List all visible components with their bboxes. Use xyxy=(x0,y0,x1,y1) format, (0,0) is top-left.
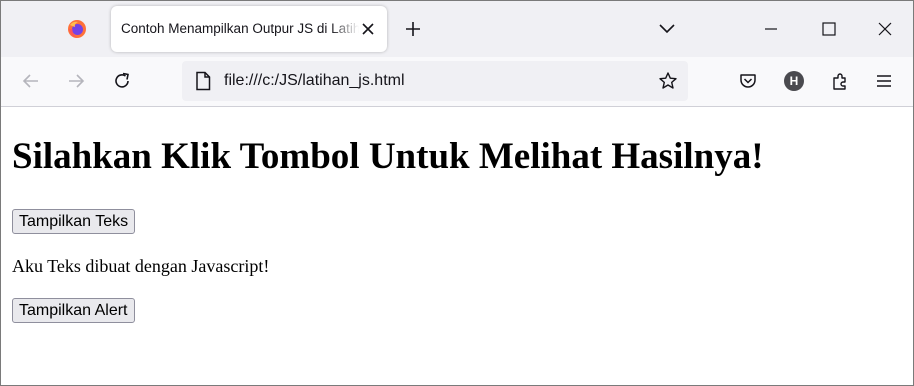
file-icon xyxy=(196,71,211,91)
star-icon[interactable] xyxy=(658,71,678,91)
plus-icon[interactable] xyxy=(403,19,423,39)
show-alert-button[interactable]: Tampilkan Alert xyxy=(12,298,135,323)
tab-close-icon[interactable] xyxy=(361,22,375,36)
tab-strip: Contoh Menampilkan Outpur JS di Latihan xyxy=(1,1,913,57)
pocket-icon[interactable] xyxy=(738,71,758,91)
arrow-right-icon[interactable] xyxy=(66,71,86,91)
page-content: Silahkan Klik Tombol Untuk Melihat Hasil… xyxy=(1,107,913,385)
profile-avatar[interactable]: H xyxy=(784,71,804,91)
tab-title: Contoh Menampilkan Outpur JS di Latihan xyxy=(121,21,359,36)
address-bar[interactable]: file:///c:/JS/latihan_js.html xyxy=(182,61,688,101)
chevron-down-icon[interactable] xyxy=(657,20,677,36)
show-text-button[interactable]: Tampilkan Teks xyxy=(12,209,136,234)
page-heading: Silahkan Klik Tombol Untuk Melihat Hasil… xyxy=(12,136,764,177)
firefox-logo-icon xyxy=(68,20,86,38)
minimize-icon[interactable] xyxy=(761,19,781,39)
output-text: Aku Teks dibuat dengan Javascript! xyxy=(12,256,270,276)
close-icon[interactable] xyxy=(875,19,895,39)
url-text[interactable]: file:///c:/JS/latihan_js.html xyxy=(224,72,405,90)
maximize-icon[interactable] xyxy=(819,19,839,39)
navigation-bar: file:///c:/JS/latihan_js.html H xyxy=(1,57,913,107)
arrow-left-icon[interactable] xyxy=(21,71,41,91)
hamburger-menu-icon[interactable] xyxy=(874,71,894,91)
tab-active[interactable]: Contoh Menampilkan Outpur JS di Latihan xyxy=(111,6,387,52)
puzzle-icon[interactable] xyxy=(830,71,850,91)
reload-icon[interactable] xyxy=(112,71,132,91)
browser-window: Contoh Menampilkan Outpur JS di Latihan xyxy=(0,0,914,386)
